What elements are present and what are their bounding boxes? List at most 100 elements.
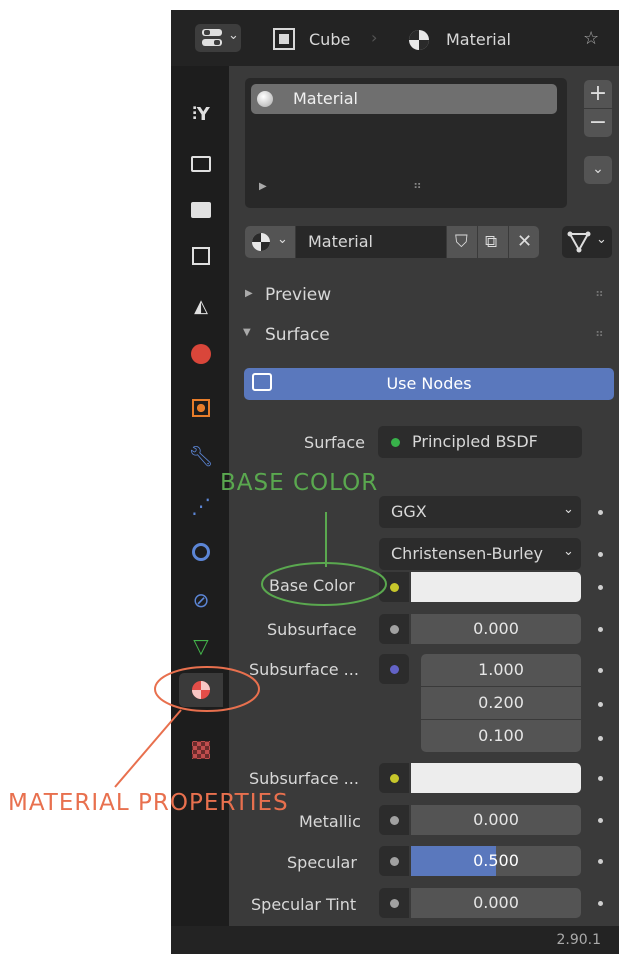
- keyframe-dot[interactable]: [598, 510, 603, 515]
- keyframe-dot[interactable]: [598, 585, 603, 590]
- chevron-down-icon: ⌄: [596, 232, 607, 247]
- list-item[interactable]: Material: [251, 84, 557, 114]
- status-bar: 2.90.1: [171, 926, 619, 954]
- chevron-down-icon: ⌄: [563, 544, 574, 559]
- vector-socket-dot: [390, 665, 399, 674]
- checker-icon: [192, 741, 210, 759]
- subsurface-label: Subsurface: [267, 620, 357, 639]
- mesh-link-icon: [567, 231, 591, 253]
- specular-label: Specular: [287, 853, 357, 872]
- object-name[interactable]: Cube: [309, 30, 350, 49]
- base-color-swatch[interactable]: [411, 572, 581, 602]
- editor-type-dropdown[interactable]: ⌄: [195, 24, 241, 52]
- slot-specials-dropdown[interactable]: ⌄: [584, 156, 612, 184]
- resize-handle-icon[interactable]: ⠶: [413, 178, 422, 192]
- editor-header: ⌄ Cube › Material ☆: [171, 10, 619, 66]
- tab-particles[interactable]: ⋰: [189, 494, 213, 518]
- material-preview-icon: [257, 91, 273, 107]
- camera-back-icon: [191, 156, 211, 172]
- color-socket-dot: [390, 583, 399, 592]
- chevron-down-icon: ⌄: [228, 28, 239, 43]
- unlink-material-button[interactable]: ✕: [509, 226, 539, 258]
- subsurface-radius-y-field[interactable]: 0.200: [421, 687, 581, 719]
- specular-socket[interactable]: [379, 846, 409, 876]
- distribution-dropdown[interactable]: GGX ⌄: [379, 496, 581, 528]
- subsurface-radius-x-field[interactable]: 1.000: [421, 654, 581, 686]
- mesh-data-icon: ▽: [193, 634, 209, 658]
- world-icon: [191, 344, 211, 364]
- material-browse-dropdown[interactable]: ⌄: [245, 226, 295, 258]
- subsurface-method-dropdown[interactable]: Christensen-Burley ⌄: [379, 538, 581, 570]
- material-icon: [252, 233, 270, 251]
- duplicate-icon: ⧉: [485, 232, 498, 252]
- fake-user-button[interactable]: ⛉: [447, 226, 477, 258]
- constraints-icon: ⊘: [192, 588, 210, 612]
- add-slot-button[interactable]: +: [584, 80, 612, 108]
- subsurface-method-value: Christensen-Burley: [391, 544, 543, 563]
- subsurface-socket[interactable]: [379, 614, 409, 644]
- link-type-dropdown[interactable]: ⌄: [562, 226, 612, 258]
- tab-physics[interactable]: [189, 540, 213, 564]
- value-socket-dot: [390, 857, 399, 866]
- keyframe-dot[interactable]: [598, 776, 603, 781]
- metallic-field[interactable]: 0.000: [411, 805, 581, 835]
- physics-icon: [192, 543, 210, 561]
- tab-object-data[interactable]: ▽: [189, 634, 213, 658]
- keyframe-dot[interactable]: [598, 668, 603, 673]
- metallic-socket[interactable]: [379, 805, 409, 835]
- pin-icon[interactable]: ☆: [583, 28, 599, 49]
- keyframe-dot[interactable]: [598, 552, 603, 557]
- value-socket-dot: [390, 625, 399, 634]
- specular-tint-socket[interactable]: [379, 888, 409, 918]
- remove-slot-button[interactable]: −: [584, 109, 612, 137]
- drag-handle-icon[interactable]: ⠶: [595, 286, 604, 300]
- tab-world[interactable]: [189, 342, 213, 366]
- material-name-field[interactable]: Material: [296, 226, 446, 258]
- object-square-icon: [192, 399, 210, 417]
- subsurface-color-swatch[interactable]: [411, 763, 581, 793]
- specular-slider[interactable]: 0.500: [411, 846, 581, 876]
- base-color-socket[interactable]: [379, 572, 409, 602]
- keyframe-dot[interactable]: [598, 901, 603, 906]
- context-name[interactable]: Material: [446, 30, 511, 49]
- shield-icon: ⛉: [455, 232, 468, 252]
- properties-editor-icon: [202, 29, 222, 46]
- subsurface-radius-z-field[interactable]: 0.100: [421, 720, 581, 752]
- value-socket-dot: [390, 816, 399, 825]
- surface-shader-field[interactable]: Principled BSDF: [378, 426, 582, 458]
- printer-icon: [191, 202, 211, 218]
- specular-tint-field[interactable]: 0.000: [411, 888, 581, 918]
- tab-render[interactable]: [189, 152, 213, 176]
- material-name-text: Material: [308, 232, 373, 251]
- expanded-triangle-icon: ▼: [243, 327, 251, 338]
- duplicate-material-button[interactable]: ⧉: [478, 226, 508, 258]
- tab-scene[interactable]: ◭: [189, 294, 213, 318]
- version-text: 2.90.1: [556, 932, 601, 948]
- use-nodes-button[interactable]: Use Nodes: [244, 368, 614, 400]
- subsurface-radius-socket[interactable]: [379, 654, 409, 684]
- tab-texture[interactable]: [189, 738, 213, 762]
- drag-handle-icon[interactable]: ⠶: [595, 326, 604, 340]
- tab-modifiers[interactable]: 🔧︎: [188, 444, 213, 468]
- tab-view-layer[interactable]: [189, 244, 213, 268]
- tab-constraints[interactable]: ⊘: [189, 588, 213, 612]
- tab-output[interactable]: [189, 198, 213, 222]
- surface-label: Surface: [304, 433, 365, 452]
- keyframe-dot[interactable]: [598, 702, 603, 707]
- collapsed-triangle-icon: ▶: [245, 288, 253, 299]
- metallic-label: Metallic: [299, 812, 361, 831]
- preview-panel-header[interactable]: ▶ Preview ⠶: [229, 278, 619, 312]
- tab-material[interactable]: [179, 673, 223, 707]
- surface-panel-header[interactable]: ▼ Surface ⠶: [229, 318, 619, 352]
- keyframe-dot[interactable]: [598, 818, 603, 823]
- keyframe-dot[interactable]: [598, 859, 603, 864]
- keyframe-dot[interactable]: [598, 627, 603, 632]
- subsurface-color-socket[interactable]: [379, 763, 409, 793]
- subsurface-field[interactable]: 0.000: [411, 614, 581, 644]
- material-sphere-icon: [192, 681, 210, 699]
- tab-object[interactable]: [189, 396, 213, 420]
- image-icon: [192, 247, 210, 265]
- keyframe-dot[interactable]: [598, 736, 603, 741]
- expand-triangle-icon[interactable]: ▶: [259, 181, 267, 192]
- tab-tool[interactable]: ⫶Y: [189, 102, 213, 126]
